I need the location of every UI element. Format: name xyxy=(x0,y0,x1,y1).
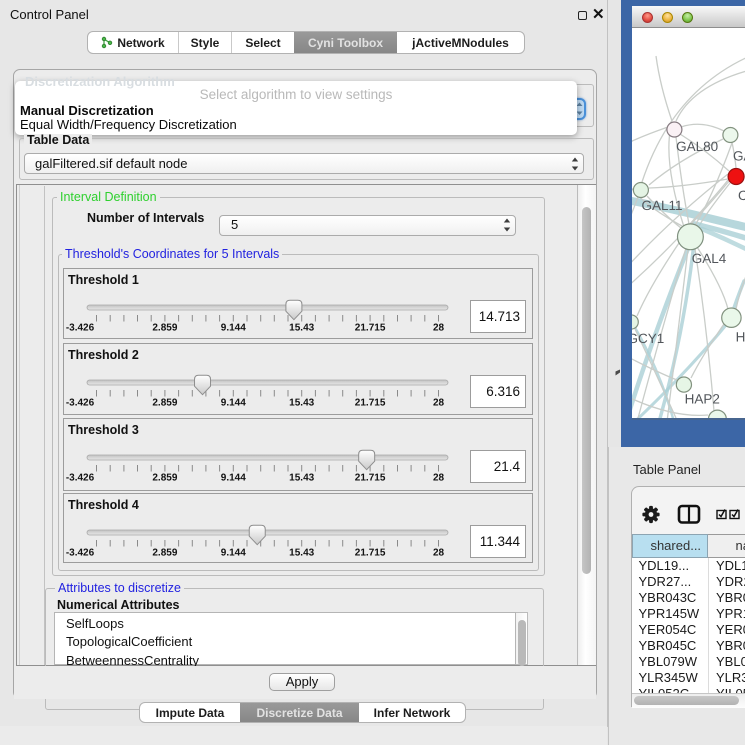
svg-text:21.715: 21.715 xyxy=(355,473,386,484)
svg-text:28: 28 xyxy=(433,323,445,334)
svg-text:CDC2: CDC2 xyxy=(738,188,745,203)
svg-text:GAL4: GAL4 xyxy=(692,251,727,266)
svg-text:2.859: 2.859 xyxy=(152,323,177,334)
svg-text:2.859: 2.859 xyxy=(152,473,177,484)
svg-text:GAL80: GAL80 xyxy=(676,139,718,154)
svg-text:-3.426: -3.426 xyxy=(66,398,95,409)
svg-text:9.144: 9.144 xyxy=(221,398,246,409)
svg-text:15.43: 15.43 xyxy=(289,323,314,334)
svg-text:2.859: 2.859 xyxy=(152,398,177,409)
svg-text:HIS4: HIS4 xyxy=(736,330,745,345)
svg-text:GAL1: GAL1 xyxy=(733,149,745,164)
svg-text:21.715: 21.715 xyxy=(355,548,386,559)
svg-text:28: 28 xyxy=(433,473,445,484)
svg-text:-3.426: -3.426 xyxy=(66,473,95,484)
svg-text:9.144: 9.144 xyxy=(221,323,246,334)
svg-text:21.715: 21.715 xyxy=(355,323,386,334)
svg-text:GCY1: GCY1 xyxy=(632,331,664,346)
svg-text:15.43: 15.43 xyxy=(289,398,314,409)
svg-text:2.859: 2.859 xyxy=(152,548,177,559)
svg-text:9.144: 9.144 xyxy=(221,548,246,559)
svg-text:GAL11: GAL11 xyxy=(642,198,683,213)
svg-text:28: 28 xyxy=(433,548,445,559)
svg-text:9.144: 9.144 xyxy=(221,473,246,484)
svg-text:21.715: 21.715 xyxy=(355,398,386,409)
svg-text:-3.426: -3.426 xyxy=(66,323,95,334)
svg-text:15.43: 15.43 xyxy=(289,473,314,484)
svg-text:15.43: 15.43 xyxy=(289,548,314,559)
svg-text:HAP2: HAP2 xyxy=(685,392,720,407)
svg-text:28: 28 xyxy=(433,398,445,409)
svg-text:-3.426: -3.426 xyxy=(66,548,95,559)
